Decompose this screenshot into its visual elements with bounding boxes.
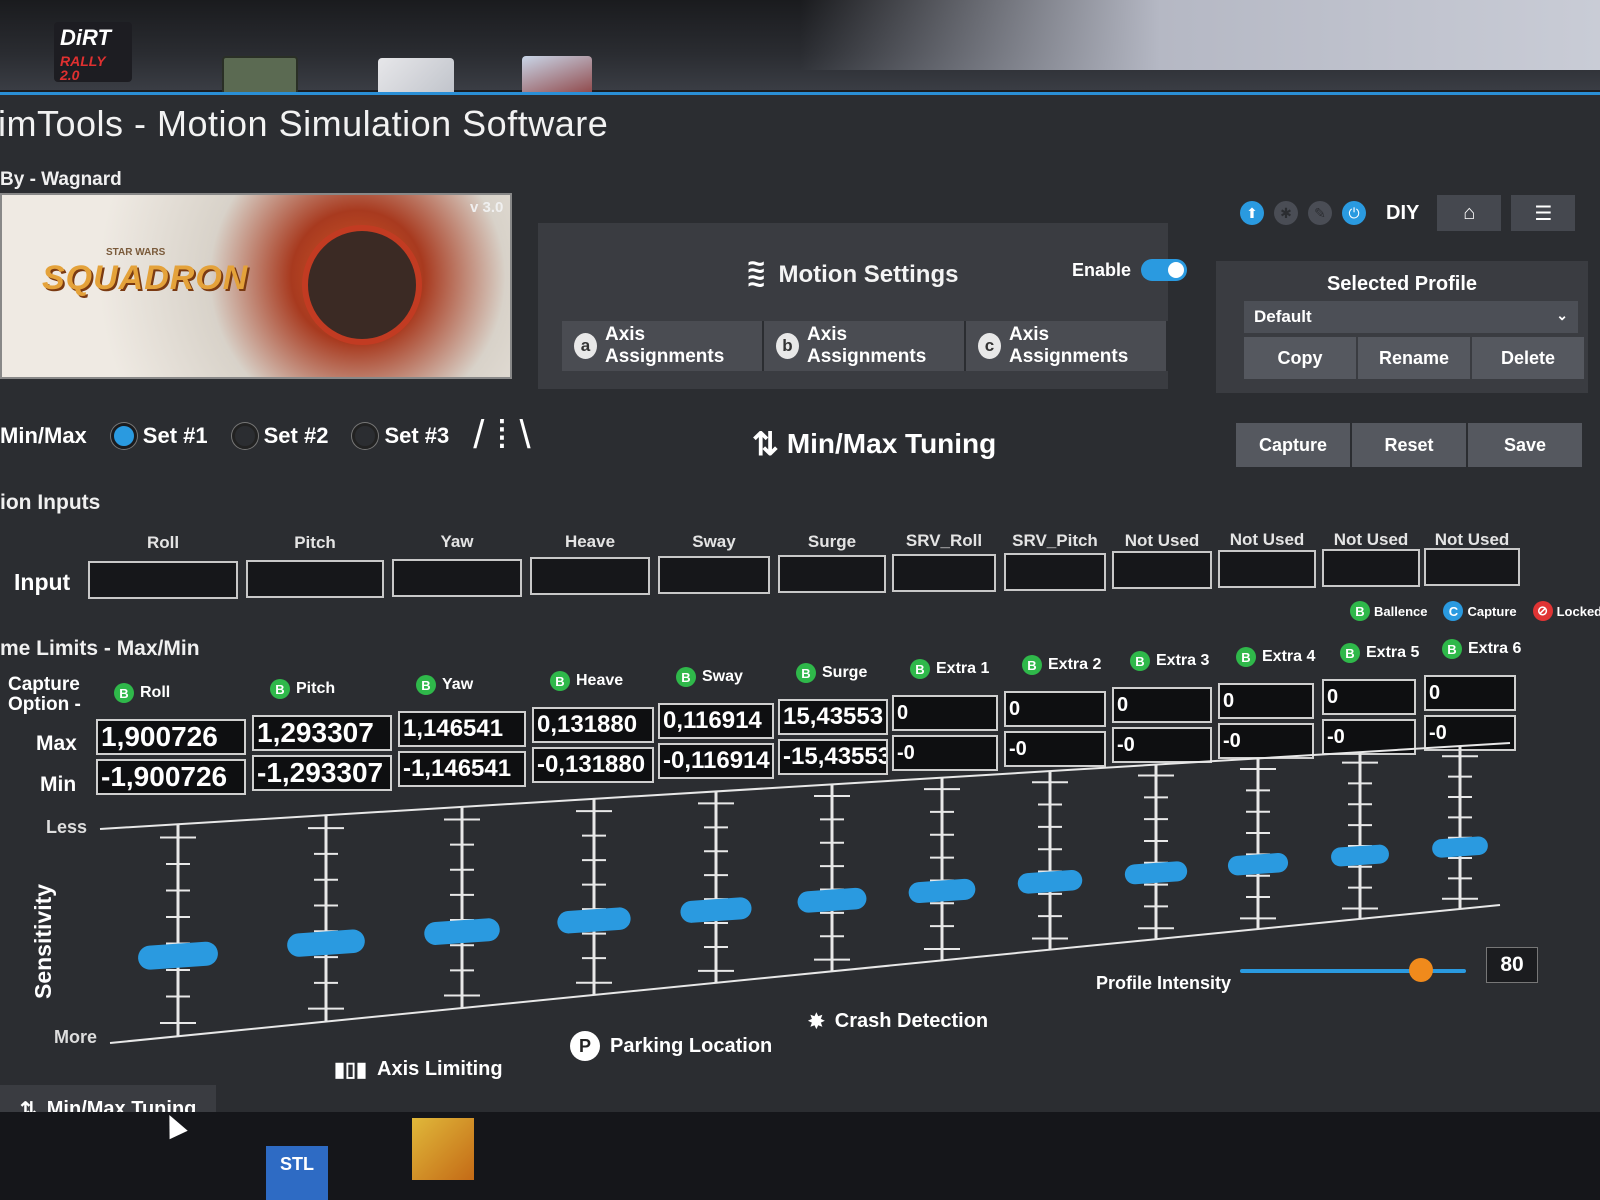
crash-detection-tab[interactable]: ✸ Crash Detection (808, 1009, 988, 1034)
sensitivity-slider-handle[interactable] (1017, 869, 1083, 894)
wall-light (800, 0, 1600, 70)
sensitivity-slider-handle[interactable] (1330, 844, 1389, 867)
sensitivity-slider-handle[interactable] (908, 878, 976, 904)
taskbar (0, 1112, 1600, 1200)
sensitivity-slider-handle[interactable] (1124, 861, 1188, 885)
sensitivity-slider-handle[interactable] (557, 907, 632, 935)
dirt-logo-text: DiRT (60, 25, 111, 50)
axis-limiting-tab-label: Axis Limiting (377, 1058, 503, 1080)
parking-location-tab[interactable]: P Parking Location (570, 1031, 772, 1061)
cad-app-icon[interactable] (412, 1118, 474, 1180)
less-guide-line (99, 742, 1511, 830)
intensity-slider-thumb[interactable] (1408, 958, 1433, 982)
crash-burst-icon: ✸ (808, 1011, 825, 1033)
profile-intensity-label: Profile Intensity (1096, 973, 1232, 993)
sensitivity-slider-handle[interactable] (1227, 852, 1289, 876)
app-window: imTools - Motion Simulation Software By … (0, 92, 1600, 1134)
parking-icon: P (570, 1031, 600, 1061)
sensitivity-slider-handle[interactable] (137, 941, 218, 971)
stl-file-icon[interactable]: STL (266, 1146, 328, 1200)
sensitivity-sliders (99, 742, 1511, 1044)
sensitivity-slider-handle[interactable] (680, 897, 753, 924)
sensitivity-slider-handle[interactable] (423, 918, 500, 946)
intensity-value[interactable]: 80 (1486, 947, 1538, 983)
dirt-rally-desktop-icon[interactable]: DiRT RALLY 2.0 (54, 22, 132, 82)
more-guide-line (109, 904, 1501, 1044)
crash-tab-label: Crash Detection (834, 1010, 989, 1032)
sensitivity-slider-handle[interactable] (797, 887, 867, 913)
parking-tab-label: Parking Location (610, 1034, 773, 1057)
bar-chart-icon: ▮▯▮ (334, 1059, 368, 1081)
sensitivity-slider-handle[interactable] (286, 929, 365, 958)
dirt-logo-sub: RALLY 2.0 (60, 53, 106, 83)
axis-limiting-tab[interactable]: ▮▯▮ Axis Limiting (334, 1057, 503, 1082)
sensitivity-slider-handle[interactable] (1432, 836, 1489, 858)
